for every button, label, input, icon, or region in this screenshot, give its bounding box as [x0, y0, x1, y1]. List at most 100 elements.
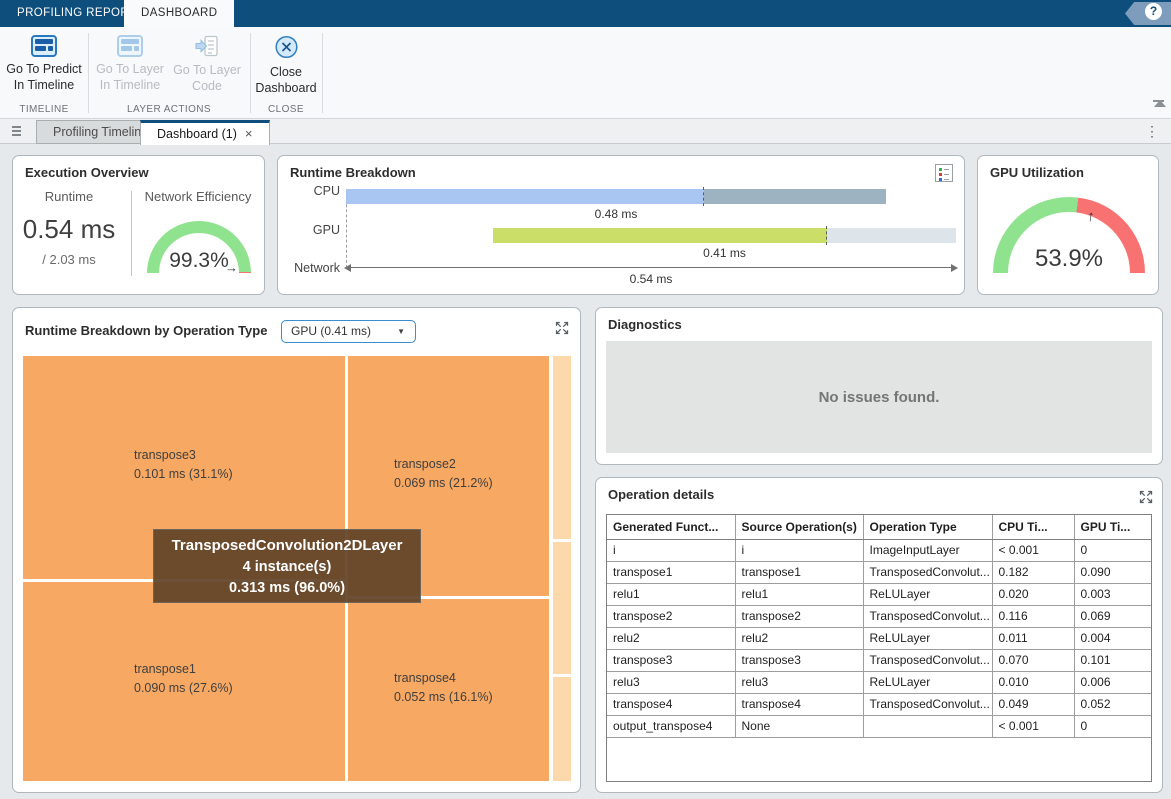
table-cell: transpose4 [607, 693, 735, 715]
treemap-cell-relu[interactable] [553, 542, 571, 674]
tab-dashboard[interactable]: Dashboard (1)× [140, 120, 270, 145]
panel-title: Execution Overview [25, 165, 149, 180]
diagnostics-message-box: No issues found. [606, 341, 1152, 453]
button-label: Dashboard [255, 81, 316, 95]
table-cell: 0.010 [992, 671, 1074, 693]
panel-title: Diagnostics [608, 317, 682, 332]
expand-icon[interactable] [554, 320, 570, 336]
cpu-bar-idle [704, 189, 886, 204]
table-cell: 0 [1074, 539, 1151, 561]
table-cell: 0.052 [1074, 693, 1151, 715]
button-label: Code [192, 79, 222, 93]
treemap-cell-relu[interactable] [553, 677, 571, 781]
legend-icon[interactable] [935, 164, 953, 182]
table-cell: 0.003 [1074, 583, 1151, 605]
needle-right-icon: → [225, 260, 238, 273]
chevron-down-icon: ▼ [397, 321, 405, 342]
panel-title: Runtime Breakdown by Operation Type [25, 323, 267, 338]
cell-label: transpose10.090 ms (27.6%) [134, 660, 233, 698]
operation-details-table: Generated Funct...Source Operation(s)Ope… [606, 514, 1152, 782]
runtime-value: 0.54 ms [13, 214, 125, 245]
table-cell: relu3 [735, 671, 863, 693]
treemap-group-tooltip: TransposedConvolution2DLayer 4 instance(… [153, 529, 421, 603]
expand-icon[interactable] [1138, 489, 1154, 505]
network-time-label: 0.54 ms [346, 272, 956, 286]
group-label-timeline: TIMELINE [2, 104, 86, 115]
table-cell: relu3 [607, 671, 735, 693]
table-header-cell[interactable]: Generated Funct... [607, 515, 735, 539]
group-divider [322, 33, 323, 113]
table-cell: < 0.001 [992, 715, 1074, 737]
table-row[interactable]: relu3relu3ReLULayer0.0100.006 [607, 671, 1151, 693]
table-header-cell[interactable]: CPU Ti... [992, 515, 1074, 539]
table-cell: TransposedConvolut... [863, 693, 992, 715]
table-row[interactable]: transpose4transpose4TransposedConvolut..… [607, 693, 1151, 715]
table-header-cell[interactable]: Source Operation(s) [735, 515, 863, 539]
close-dashboard-icon [274, 35, 299, 59]
treemap-cell-transpose4[interactable]: transpose40.052 ms (16.1%) [348, 599, 549, 781]
metric-dropdown[interactable]: GPU (0.41 ms) ▼ [281, 320, 416, 343]
table-cell: relu2 [607, 627, 735, 649]
table-cell [863, 715, 992, 737]
gpu-bar-active [493, 228, 827, 243]
table-cell: 0.090 [1074, 561, 1151, 583]
gpu-bar-divider [826, 226, 827, 245]
button-label: Go To Predict [6, 62, 82, 76]
table-cell: 0.004 [1074, 627, 1151, 649]
table-cell: transpose1 [735, 561, 863, 583]
execution-overview-panel: Execution Overview Runtime 0.54 ms / 2.0… [12, 155, 265, 295]
table-row[interactable]: transpose2transpose2TransposedConvolut..… [607, 605, 1151, 627]
gpu-utilization-panel: GPU Utilization 53.9% ↑ [977, 155, 1159, 295]
table-header-cell[interactable]: Operation Type [863, 515, 992, 539]
table-row[interactable]: relu2relu2ReLULayer0.0110.004 [607, 627, 1151, 649]
table-header-cell[interactable]: GPU Ti... [1074, 515, 1151, 539]
button-label: In Timeline [100, 78, 160, 92]
gpu-row-label: GPU [278, 223, 340, 237]
table-row[interactable]: output_transpose4None< 0.0010 [607, 715, 1151, 737]
tooltip-line: TransposedConvolution2DLayer [154, 537, 420, 554]
runtime-by-operation-panel: Runtime Breakdown by Operation Type GPU … [12, 307, 581, 793]
table-cell: 0.006 [1074, 671, 1151, 693]
diagnostics-message: No issues found. [819, 389, 940, 406]
table-row[interactable]: transpose1transpose1TransposedConvolut..… [607, 561, 1151, 583]
cell-label: transpose20.069 ms (21.2%) [394, 455, 493, 493]
close-dashboard-button[interactable]: Close Dashboard [244, 35, 328, 96]
treemap-cell-relu[interactable] [553, 356, 571, 539]
tab-options-menu-icon[interactable]: ⋮ [1145, 123, 1159, 139]
button-label: Go To Layer [173, 63, 241, 77]
ribbon-tab-dashboard[interactable]: DASHBOARD [124, 0, 234, 27]
panel-title: Operation details [608, 487, 714, 502]
go-to-predict-in-timeline-button[interactable]: Go To Predict In Timeline [2, 35, 86, 93]
table-row[interactable]: transpose3transpose3TransposedConvolut..… [607, 649, 1151, 671]
table-row[interactable]: relu1relu1ReLULayer0.0200.003 [607, 583, 1151, 605]
treemap-cell-transpose1[interactable]: transpose10.090 ms (27.6%) [23, 582, 345, 781]
table-cell: 0.069 [1074, 605, 1151, 627]
table-cell: ReLULayer [863, 671, 992, 693]
gpu-time-label: 0.41 ms [493, 246, 956, 260]
treemap: transpose30.101 ms (31.1%) transpose20.0… [23, 356, 571, 781]
table-cell: 0.182 [992, 561, 1074, 583]
cell-label: transpose30.101 ms (31.1%) [134, 446, 233, 484]
ribbon-tab-bar: PROFILING REPORT DASHBOARD ? [0, 0, 1171, 27]
collapse-ribbon-button[interactable] [1153, 100, 1167, 107]
table-header-row: Generated Funct...Source Operation(s)Ope… [607, 515, 1151, 539]
table-cell: 0.116 [992, 605, 1074, 627]
button-label: Go To Layer [96, 62, 164, 76]
table-cell: 0 [1074, 715, 1151, 737]
arrowhead-left [344, 264, 351, 272]
ribbon-toolbar: Go To Predict In Timeline TIMELINE Go To… [0, 27, 1171, 119]
runtime-breakdown-panel: Runtime Breakdown CPU 0.48 ms GPU 0.41 m… [277, 155, 965, 295]
gauge-value: 53.9% [993, 245, 1145, 273]
arrowhead-right [951, 264, 958, 272]
table-cell: 0.070 [992, 649, 1074, 671]
network-efficiency-label: Network Efficiency [133, 189, 263, 204]
panel-title: GPU Utilization [990, 165, 1084, 180]
gpu-utilization-gauge: 53.9% ↑ [993, 197, 1145, 273]
close-tab-icon[interactable]: × [245, 126, 253, 141]
help-icon[interactable]: ? [1145, 3, 1162, 20]
cpu-bar-divider [703, 187, 704, 206]
panel-title: Runtime Breakdown [290, 165, 416, 180]
drag-grip-icon[interactable] [12, 126, 21, 138]
table-row[interactable]: iiImageInputLayer< 0.0010 [607, 539, 1151, 561]
table-cell: ImageInputLayer [863, 539, 992, 561]
